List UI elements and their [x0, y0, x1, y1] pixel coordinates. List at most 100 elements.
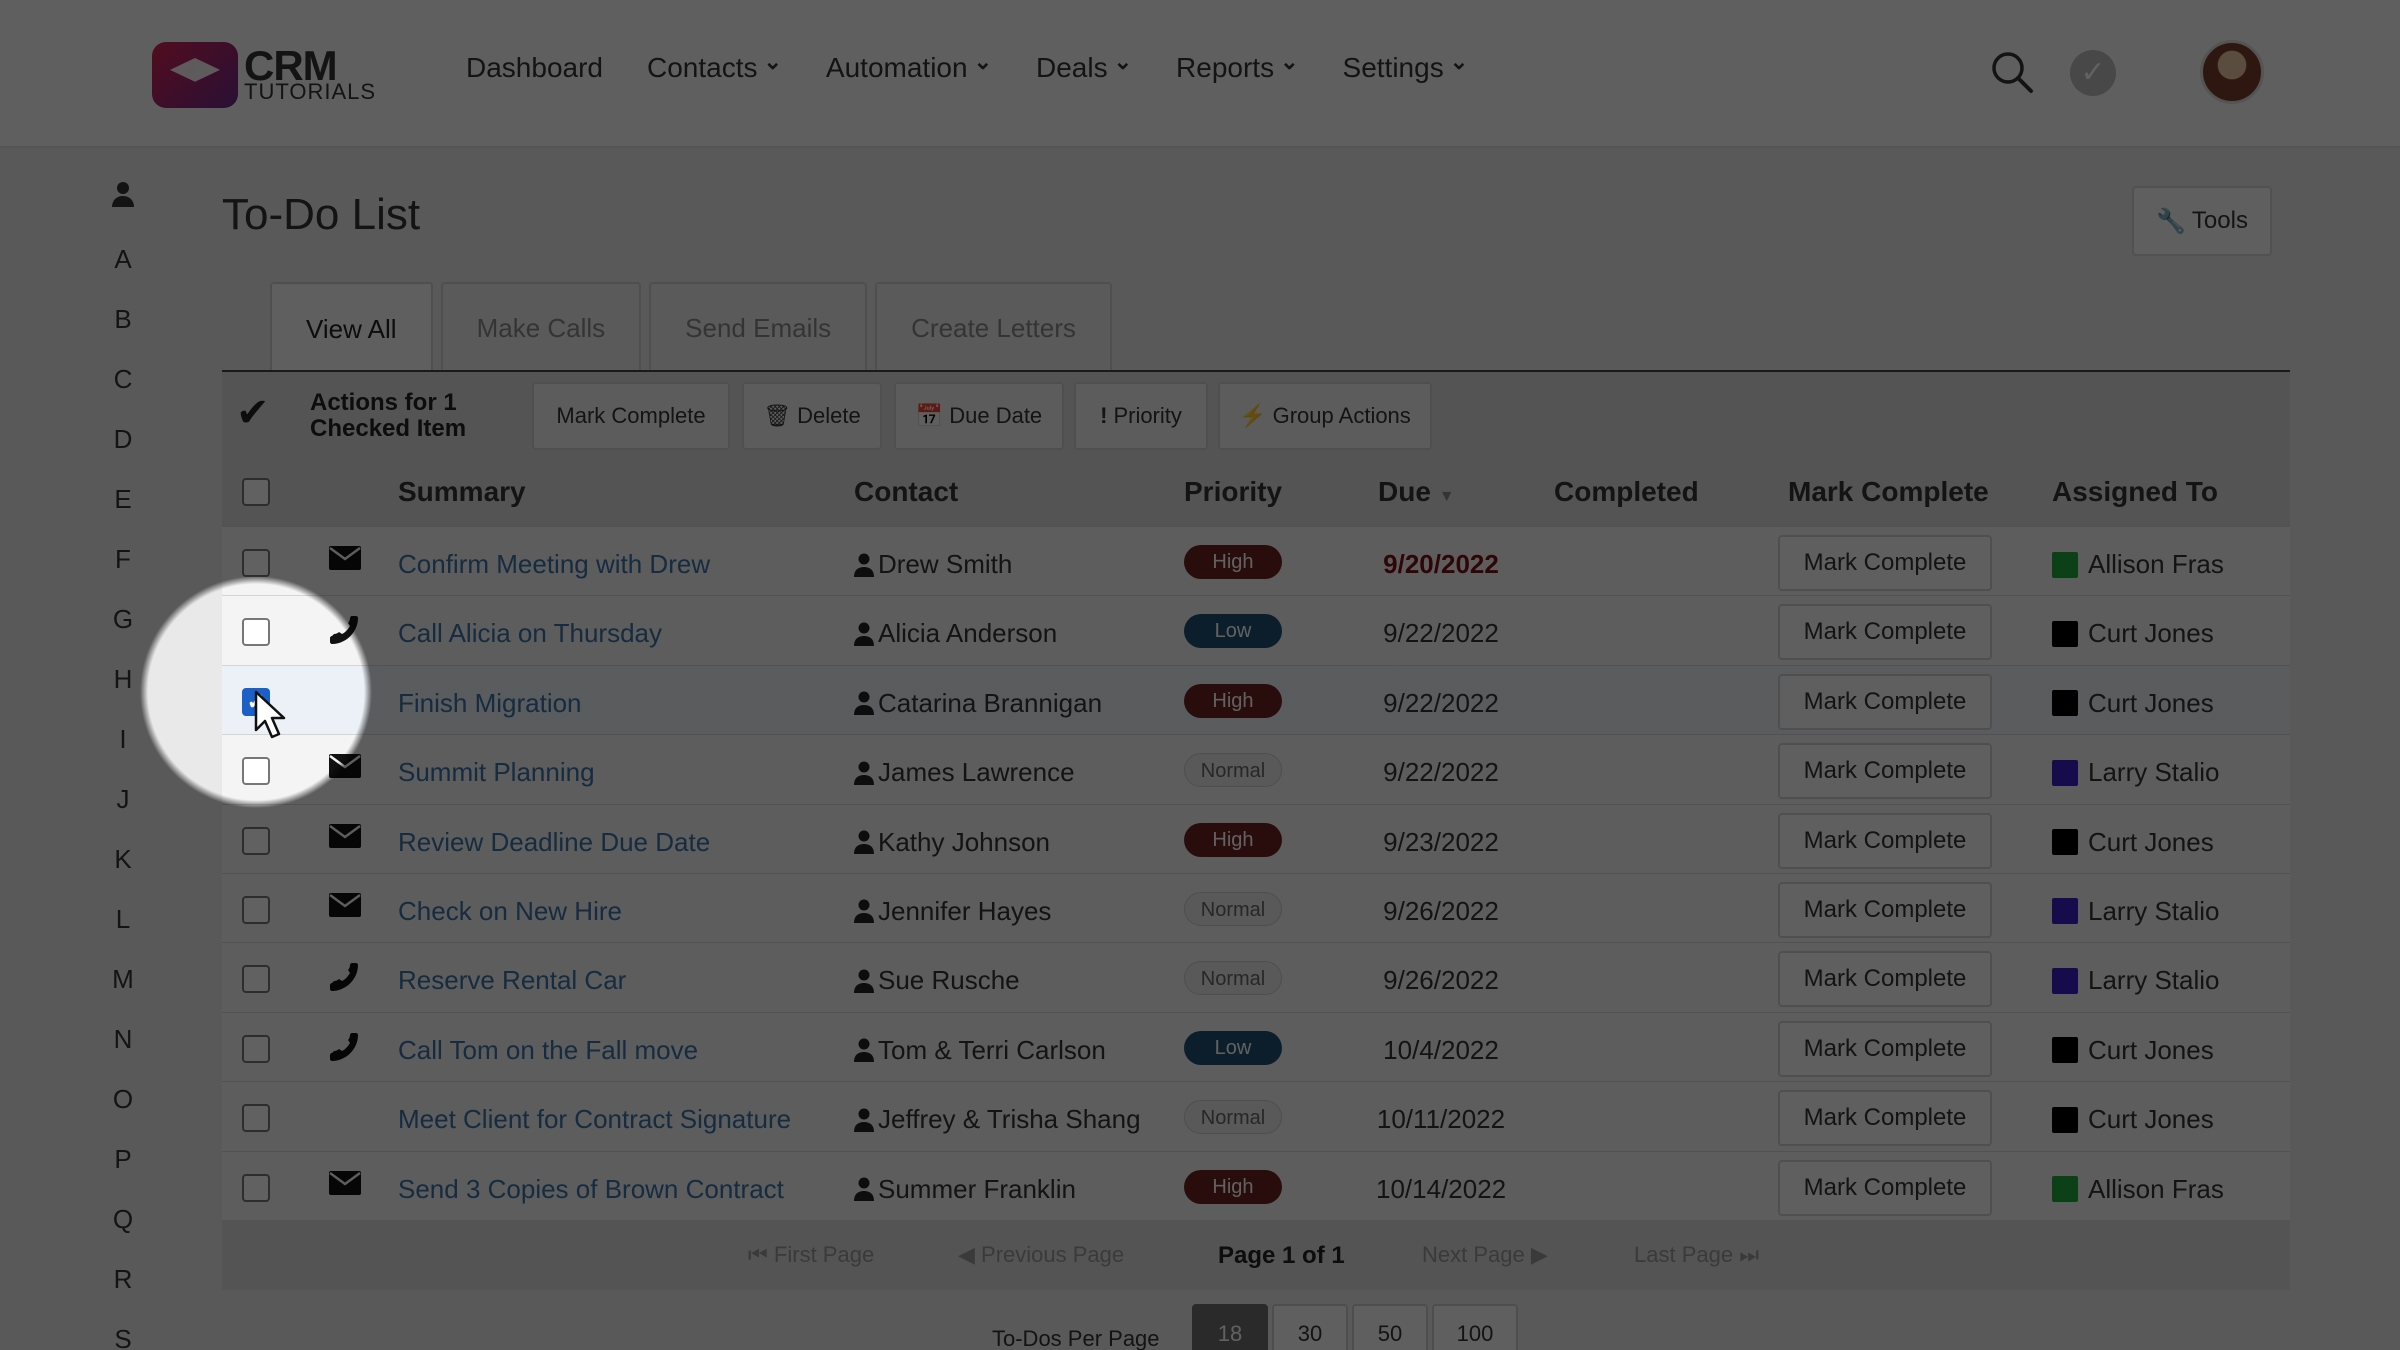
- summary-link[interactable]: Finish Migration: [398, 688, 582, 719]
- user-avatar[interactable]: [2200, 40, 2264, 104]
- alpha-filter-n[interactable]: N: [100, 1016, 146, 1076]
- nav-item-automation[interactable]: Automation ⌄: [826, 49, 992, 84]
- per-page-option[interactable]: 18: [1192, 1304, 1268, 1350]
- tab-create-letters[interactable]: Create Letters: [875, 282, 1112, 372]
- nav-item-dashboard[interactable]: Dashboard: [466, 52, 603, 84]
- row-checkbox[interactable]: [242, 895, 270, 924]
- last-page-label: Last Page: [1634, 1242, 1734, 1267]
- nav-item-contacts[interactable]: Contacts ⌄: [647, 49, 782, 84]
- col-assigned[interactable]: Assigned To: [2052, 476, 2218, 508]
- tab-view-all[interactable]: View All: [270, 282, 433, 374]
- alpha-filter-p[interactable]: P: [100, 1136, 146, 1196]
- contact-cell[interactable]: Sue Rusche: [854, 965, 1020, 996]
- alpha-filter-e[interactable]: E: [100, 476, 146, 536]
- row-checkbox[interactable]: [242, 1173, 270, 1202]
- summary-link[interactable]: Call Alicia on Thursday: [398, 618, 662, 649]
- alpha-filter-o[interactable]: O: [100, 1076, 146, 1136]
- summary-link[interactable]: Reserve Rental Car: [398, 965, 626, 996]
- summary-link[interactable]: Check on New Hire: [398, 896, 622, 927]
- mark-complete-button[interactable]: Mark Complete: [1778, 1020, 1992, 1077]
- contact-cell[interactable]: Kathy Johnson: [854, 827, 1050, 858]
- per-page-option[interactable]: 50: [1352, 1304, 1428, 1350]
- alpha-filter-s[interactable]: S: [100, 1316, 146, 1350]
- summary-link[interactable]: Meet Client for Contract Signature: [398, 1104, 791, 1135]
- row-checkbox[interactable]: [242, 965, 270, 994]
- mark-complete-button[interactable]: Mark Complete: [1778, 535, 1992, 591]
- person-icon[interactable]: [100, 176, 146, 236]
- mark-complete-button[interactable]: Mark Complete: [1778, 881, 1992, 938]
- alpha-filter-a[interactable]: A: [100, 236, 146, 296]
- person-icon: [854, 622, 874, 646]
- contact-cell[interactable]: James Lawrence: [854, 757, 1075, 788]
- alpha-filter-h[interactable]: H: [100, 656, 146, 716]
- summary-link[interactable]: Confirm Meeting with Drew: [398, 549, 710, 580]
- mark-complete-action-button[interactable]: Mark Complete: [532, 382, 730, 450]
- mark-complete-button[interactable]: Mark Complete: [1778, 673, 1992, 730]
- per-page-option[interactable]: 30: [1272, 1304, 1348, 1350]
- alpha-filter-m[interactable]: M: [100, 956, 146, 1016]
- col-due[interactable]: Due ▼: [1378, 476, 1455, 508]
- tab-make-calls[interactable]: Make Calls: [440, 282, 642, 372]
- alpha-filter-g[interactable]: G: [100, 596, 146, 656]
- col-contact[interactable]: Contact: [854, 476, 958, 508]
- group-actions-button[interactable]: ⚡ Group Actions: [1218, 382, 1432, 450]
- summary-link[interactable]: Call Tom on the Fall move: [398, 1035, 698, 1066]
- first-page-link[interactable]: ⏮ First Page: [748, 1242, 874, 1268]
- nav-item-reports[interactable]: Reports ⌄: [1176, 49, 1298, 84]
- tasks-check-icon[interactable]: ✓: [2070, 50, 2116, 96]
- col-summary[interactable]: Summary: [398, 476, 526, 508]
- search-icon[interactable]: [1990, 50, 2034, 94]
- mark-complete-button[interactable]: Mark Complete: [1778, 743, 1992, 800]
- mark-complete-button[interactable]: Mark Complete: [1778, 1159, 1992, 1216]
- previous-page-link[interactable]: ◀ Previous Page: [958, 1242, 1124, 1268]
- summary-link[interactable]: Review Deadline Due Date: [398, 827, 710, 858]
- tools-button[interactable]: 🔧 Tools: [2132, 186, 2272, 256]
- tab-send-emails[interactable]: Send Emails: [649, 282, 868, 372]
- last-page-link[interactable]: Last Page ⏭: [1634, 1242, 1759, 1268]
- next-page-link[interactable]: Next Page ▶: [1422, 1242, 1548, 1268]
- phone-icon: [328, 614, 362, 645]
- alpha-filter-l[interactable]: L: [100, 896, 146, 956]
- row-checkbox[interactable]: [242, 1034, 270, 1063]
- mark-complete-button[interactable]: Mark Complete: [1778, 604, 1992, 661]
- contact-cell[interactable]: Drew Smith: [854, 549, 1012, 580]
- select-all-checkbox[interactable]: [242, 478, 270, 506]
- delete-button[interactable]: 🗑 Delete: [742, 382, 882, 450]
- col-priority[interactable]: Priority: [1184, 476, 1282, 508]
- priority-button[interactable]: ! Priority: [1074, 382, 1208, 450]
- alpha-filter-f[interactable]: F: [100, 536, 146, 596]
- mark-complete-button[interactable]: Mark Complete: [1778, 812, 1992, 869]
- alpha-filter-i[interactable]: I: [100, 716, 146, 776]
- row-checkbox[interactable]: [242, 618, 270, 647]
- alpha-filter-c[interactable]: C: [100, 356, 146, 416]
- contact-cell[interactable]: Summer Franklin: [854, 1174, 1076, 1205]
- nav-item-deals[interactable]: Deals ⌄: [1036, 49, 1132, 84]
- alpha-filter-q[interactable]: Q: [100, 1196, 146, 1256]
- person-icon: [854, 691, 874, 716]
- mark-complete-button[interactable]: Mark Complete: [1778, 1090, 1992, 1147]
- contact-cell[interactable]: Jeffrey & Trisha Shang: [854, 1104, 1141, 1135]
- contact-cell[interactable]: Alicia Anderson: [854, 618, 1057, 649]
- summary-link[interactable]: Summit Planning: [398, 757, 595, 788]
- row-checkbox[interactable]: ✓: [242, 687, 270, 716]
- summary-link[interactable]: Send 3 Copies of Brown Contract: [398, 1174, 784, 1205]
- per-page-option[interactable]: 100: [1432, 1304, 1518, 1350]
- contact-cell[interactable]: Jennifer Hayes: [854, 896, 1051, 927]
- alpha-filter-b[interactable]: B: [100, 296, 146, 356]
- alpha-filter-j[interactable]: J: [100, 776, 146, 836]
- mark-complete-button[interactable]: Mark Complete: [1778, 951, 1992, 1008]
- row-checkbox[interactable]: [242, 1104, 270, 1133]
- row-checkbox[interactable]: [242, 826, 270, 855]
- alpha-filter-d[interactable]: D: [100, 416, 146, 476]
- alpha-filter-r[interactable]: R: [100, 1256, 146, 1316]
- col-completed[interactable]: Completed: [1554, 476, 1699, 508]
- row-checkbox[interactable]: [242, 549, 270, 577]
- alpha-filter-k[interactable]: K: [100, 836, 146, 896]
- row-checkbox[interactable]: [242, 757, 270, 786]
- due-date-button[interactable]: 📅 Due Date: [894, 382, 1064, 450]
- crm-logo[interactable]: CRM TUTORIALS: [152, 42, 376, 108]
- contact-cell[interactable]: Catarina Brannigan: [854, 688, 1102, 719]
- nav-item-settings[interactable]: Settings ⌄: [1343, 49, 1469, 84]
- col-mark-complete: Mark Complete: [1788, 476, 1989, 507]
- contact-cell[interactable]: Tom & Terri Carlson: [854, 1035, 1106, 1066]
